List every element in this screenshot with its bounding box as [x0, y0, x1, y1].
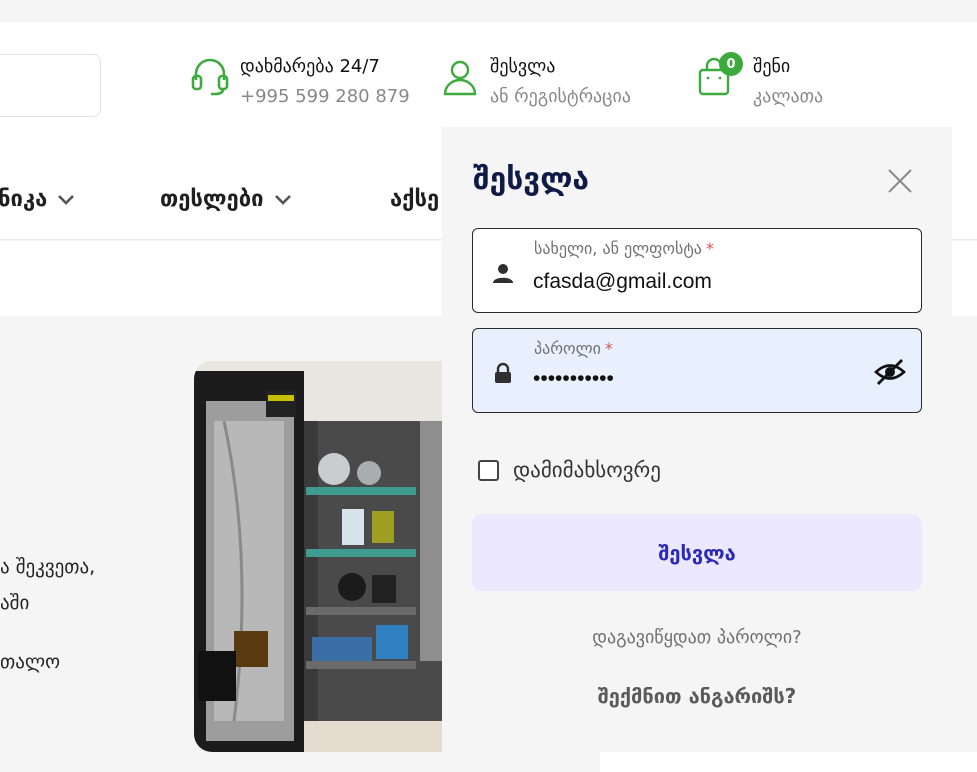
chevron-down-icon [274, 194, 291, 205]
nav-item-technique[interactable]: ნიკა [0, 187, 75, 212]
help-phone[interactable]: +995 599 280 879 [240, 82, 410, 112]
help-title: დახმარება 24/7 [240, 56, 380, 77]
chevron-down-icon [58, 194, 75, 205]
password-label: პაროლი * [534, 339, 613, 358]
eye-slash-icon [874, 359, 906, 385]
required-mark: * [705, 239, 714, 258]
footer-strip [600, 752, 977, 772]
remember-me-checkbox[interactable] [478, 459, 499, 481]
help-contact[interactable]: დახმარება 24/7 +995 599 280 879 [190, 54, 410, 112]
headset-icon [190, 54, 230, 98]
remember-me-label: დამიმახსოვრე [513, 458, 661, 482]
hero-text-line: თალო [0, 651, 61, 673]
grow-tent-photo [194, 361, 442, 752]
shopping-bag-icon: 0 [695, 52, 743, 98]
required-mark: * [604, 339, 613, 358]
cart-subtitle: კალათა [753, 86, 824, 107]
toggle-password-visibility[interactable] [873, 357, 907, 387]
remember-me[interactable]: დამიმახსოვრე [478, 458, 661, 482]
password-input[interactable]: ••••••••••• [533, 367, 614, 391]
create-account-link[interactable]: შექმნით ანგარიშს? [442, 684, 952, 708]
nav-item-accessories[interactable]: აქსე [390, 187, 439, 212]
username-field[interactable]: სახელი, ან ელფოსტა * [472, 228, 922, 313]
forgot-password-link[interactable]: დაგავიწყდათ პაროლი? [442, 627, 952, 648]
password-field[interactable]: პაროლი * ••••••••••• [472, 328, 922, 413]
username-label: სახელი, ან ელფოსტა * [534, 239, 714, 258]
cart-link[interactable]: 0 შენი კალათა [695, 52, 824, 112]
username-label-text: სახელი, ან ელფოსტა [534, 239, 702, 258]
hero-text-line: აში [0, 592, 30, 614]
nav-item-label: აქსე [390, 187, 440, 212]
register-link[interactable]: ან რეგისტრაცია [490, 82, 631, 112]
login-link[interactable]: შესვლა [490, 54, 631, 80]
login-title: შესვლა [473, 162, 590, 197]
cart-count-badge: 0 [719, 52, 743, 76]
close-icon [888, 169, 912, 193]
login-submit-label: შესვლა [658, 540, 736, 565]
cart-title: შენი [753, 56, 791, 77]
nav-item-label: ნიკა [0, 187, 48, 212]
hero-text-line: ა შეკვეთა, [0, 556, 96, 578]
nav-item-seeds[interactable]: თესლები [160, 187, 292, 212]
username-input[interactable] [533, 267, 853, 297]
login-panel: შესვლა სახელი, ან ელფოსტა* პაროლი* •••••… [442, 127, 952, 752]
user-icon [440, 54, 480, 98]
nav-item-label: თესლები [160, 187, 264, 212]
password-label-text: პაროლი [534, 339, 601, 358]
close-button[interactable] [886, 167, 914, 195]
user-icon [493, 264, 513, 283]
lock-icon [495, 362, 511, 383]
search-input[interactable] [0, 54, 101, 117]
account-link[interactable]: შესვლა ან რეგისტრაცია [440, 54, 631, 112]
login-submit-button[interactable]: შესვლა [472, 514, 922, 591]
